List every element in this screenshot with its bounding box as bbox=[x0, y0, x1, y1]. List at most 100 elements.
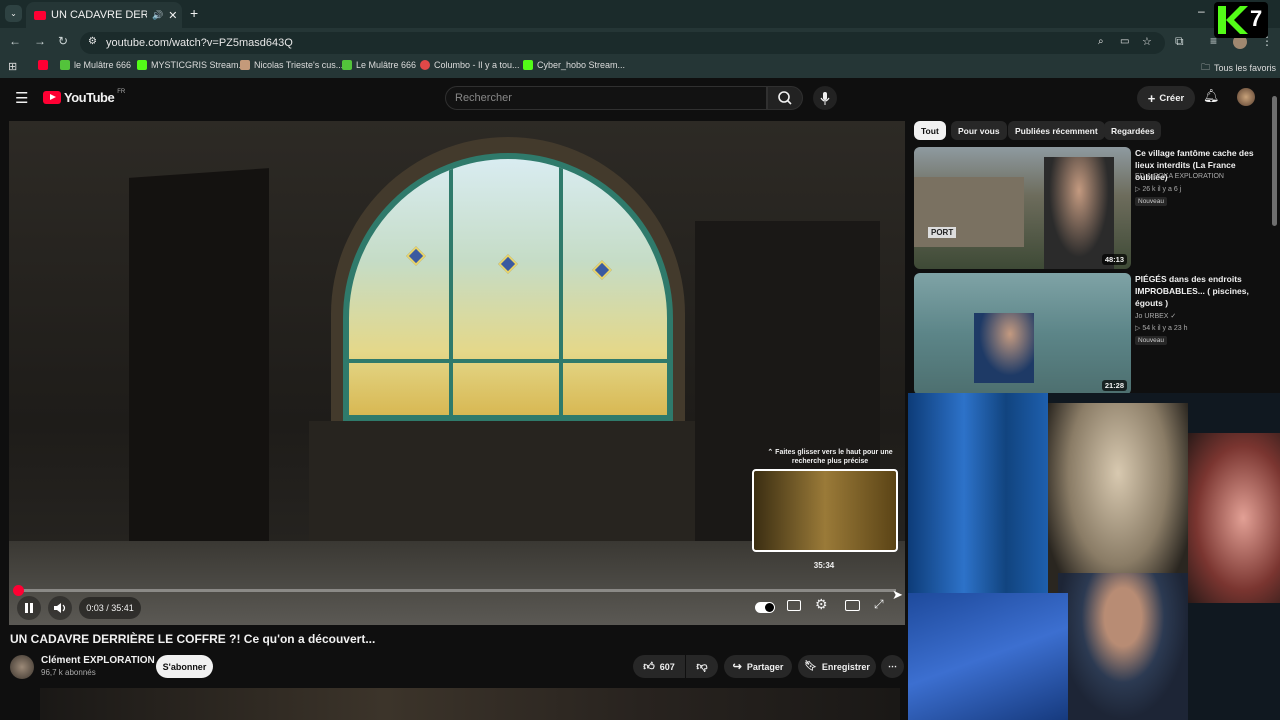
description-preview-image bbox=[40, 688, 900, 720]
chevron-up-icon: ⌃ bbox=[767, 449, 774, 456]
twitch-favicon-icon bbox=[60, 60, 70, 70]
site-info-icon[interactable]: ⚙ bbox=[88, 36, 97, 47]
video-frame-door-left bbox=[129, 168, 269, 578]
voice-search-button[interactable] bbox=[813, 86, 837, 110]
bookmark-item[interactable]: le Mulâtre 666 bbox=[60, 60, 131, 70]
more-actions-button[interactable]: ⋯ bbox=[881, 655, 904, 678]
thumbs-down-icon: 👎︎ bbox=[696, 661, 708, 673]
webcam-face-painting bbox=[1188, 433, 1280, 603]
browser-tab[interactable]: UN CADAVRE DERRIÈRE LE 🔊 ✕ bbox=[26, 2, 182, 28]
new-badge: Nouveau bbox=[1135, 336, 1168, 345]
minimize-window-button[interactable]: – bbox=[1198, 4, 1205, 18]
fullscreen-icon[interactable]: ⤢ bbox=[874, 597, 884, 612]
bookmark-label: Cyber_hobo Stream... bbox=[537, 60, 626, 70]
youtube-play-logo-icon bbox=[43, 91, 61, 104]
folder-icon: 🗀 bbox=[1201, 62, 1211, 72]
bookmark-item[interactable]: Columbo - Il y a tou... bbox=[420, 60, 520, 70]
youtube-favicon-icon bbox=[34, 10, 46, 20]
search-icon bbox=[778, 91, 792, 105]
bookmark-item[interactable]: MYSTICGRIS Stream... bbox=[137, 60, 246, 70]
search-input[interactable]: Rechercher bbox=[445, 86, 767, 110]
recommendation-thumbnail[interactable]: 21:28 bbox=[914, 273, 1131, 395]
youtube-logo[interactable]: YouTube FR bbox=[43, 88, 126, 105]
chip-watched[interactable]: Regardées bbox=[1104, 121, 1162, 140]
youtube-favicon-icon bbox=[38, 60, 48, 70]
bookmark-label: Nicolas Trieste's cus... bbox=[254, 60, 344, 70]
extensions-icon[interactable]: ⧉ bbox=[1175, 34, 1184, 49]
forward-arrow-icon[interactable]: → bbox=[34, 34, 46, 48]
share-button[interactable]: ↪ Partager bbox=[724, 655, 792, 678]
seek-hint-label: Faites glisser vers le haut pour une rec… bbox=[775, 449, 893, 465]
channel-name[interactable]: Clément EXPLORATION bbox=[41, 655, 155, 666]
save-label: Enregistrer bbox=[821, 661, 870, 672]
dislike-button[interactable]: 👎︎ bbox=[686, 655, 718, 678]
webcam-overlay bbox=[908, 393, 1280, 720]
search-button[interactable] bbox=[767, 86, 803, 110]
seek-hint-text: ⌃ Faites glisser vers le haut pour une r… bbox=[755, 448, 905, 466]
pause-icon bbox=[25, 603, 33, 613]
verified-check-icon: ✓ bbox=[1170, 313, 1177, 320]
bookmarks-bar: ⊞ le Mulâtre 666 MYSTICGRIS Stream... Ni… bbox=[0, 56, 1280, 78]
progress-bar[interactable] bbox=[18, 589, 896, 592]
microphone-icon bbox=[820, 92, 830, 105]
create-button[interactable]: + Créer bbox=[1137, 86, 1195, 110]
kick-favicon-icon bbox=[137, 60, 147, 70]
audio-icon[interactable]: 🔊 bbox=[152, 10, 163, 21]
recommendation-title[interactable]: PIÉGÉS dans des endroits IMPROBABLES... … bbox=[1135, 273, 1270, 309]
thumb-person-shape bbox=[1044, 157, 1114, 269]
chip-for-you[interactable]: Pour vous bbox=[951, 121, 1007, 140]
subtitles-icon[interactable] bbox=[787, 600, 801, 611]
bookmark-youtube[interactable] bbox=[38, 60, 48, 70]
chip-recent[interactable]: Publiées récemment bbox=[1008, 121, 1105, 140]
recommendation-channel-label: Jo URBEX bbox=[1135, 313, 1169, 320]
bookmark-icon: 🔖︎ bbox=[804, 661, 817, 672]
tab-list-button[interactable]: ⌄ bbox=[5, 5, 22, 22]
apps-grid-icon[interactable]: ⊞ bbox=[8, 60, 17, 73]
new-tab-button[interactable]: + bbox=[190, 5, 198, 21]
address-bar[interactable]: ⚙ youtube.com/watch?v=PZ5masd643Q ⌕ ▭ ☆ bbox=[80, 32, 1165, 54]
columbo-favicon-icon bbox=[420, 60, 430, 70]
reload-icon[interactable]: ↻ bbox=[58, 34, 68, 48]
like-button[interactable]: 👍︎ 607 bbox=[633, 655, 685, 678]
more-horizontal-icon: ⋯ bbox=[888, 661, 897, 671]
thumb-person-shape bbox=[974, 313, 1034, 383]
bookmark-item[interactable]: Le Mulâtre 666 bbox=[342, 60, 416, 70]
recommendation-meta: ▷ 26 k il y a 6 j bbox=[1135, 186, 1182, 193]
recommendation-thumbnail[interactable]: PORT 48:13 bbox=[914, 147, 1131, 269]
install-app-icon[interactable]: ▭ bbox=[1120, 36, 1129, 47]
bookmark-item[interactable]: Nicolas Trieste's cus... bbox=[240, 60, 343, 70]
pause-button[interactable] bbox=[17, 596, 41, 620]
all-bookmarks-folder[interactable]: 🗀 Tous les favoris bbox=[1201, 60, 1276, 76]
settings-gear-icon[interactable]: ⚙ bbox=[815, 596, 828, 613]
webcam-person bbox=[1058, 573, 1188, 720]
back-arrow-icon[interactable]: ← bbox=[9, 34, 21, 48]
chip-all[interactable]: Tout bbox=[914, 121, 946, 140]
guide-menu-icon[interactable]: ☰ bbox=[15, 89, 28, 107]
plus-icon: + bbox=[1147, 90, 1156, 106]
progress-scrubber-handle[interactable] bbox=[13, 585, 24, 596]
youtube-header: ☰ YouTube FR Rechercher + Créer 🔔︎ bbox=[0, 78, 1280, 118]
channel-avatar[interactable] bbox=[10, 655, 34, 679]
region-code: FR bbox=[117, 88, 126, 95]
notifications-bell-icon[interactable]: 🔔︎ bbox=[1203, 88, 1220, 104]
mute-button[interactable] bbox=[48, 596, 72, 620]
tab-title: UN CADAVRE DERRIÈRE LE bbox=[51, 9, 147, 21]
autoplay-toggle[interactable] bbox=[755, 602, 775, 613]
theater-mode-icon[interactable] bbox=[845, 600, 860, 611]
thumb-sign: PORT bbox=[928, 227, 957, 238]
browser-tab-strip: ⌄ UN CADAVRE DERRIÈRE LE 🔊 ✕ + – bbox=[0, 0, 1280, 28]
account-avatar[interactable] bbox=[1237, 88, 1255, 106]
recommendation-channel[interactable]: ED & ROKA EXPLORATION bbox=[1135, 173, 1224, 180]
zoom-icon[interactable]: ⌕ bbox=[1098, 36, 1104, 47]
browser-toolbar: ← → ↻ ⚙ youtube.com/watch?v=PZ5masd643Q … bbox=[0, 28, 1280, 56]
subscribe-button[interactable]: S'abonner bbox=[156, 655, 213, 678]
bookmark-star-icon[interactable]: ☆ bbox=[1142, 35, 1152, 48]
all-bookmarks-label: Tous les favoris bbox=[1214, 63, 1277, 73]
recommendation-channel[interactable]: Jo URBEX ✓ bbox=[1135, 312, 1176, 320]
bookmark-item[interactable]: Cyber_hobo Stream... bbox=[523, 60, 625, 70]
tab-close-icon[interactable]: ✕ bbox=[168, 9, 177, 22]
page-scrollbar[interactable] bbox=[1272, 96, 1277, 226]
save-button[interactable]: 🔖︎ Enregistrer bbox=[798, 655, 876, 678]
time-display: 0:03 / 35:41 bbox=[79, 597, 141, 619]
video-player[interactable]: ⌃ Faites glisser vers le haut pour une r… bbox=[9, 121, 905, 625]
